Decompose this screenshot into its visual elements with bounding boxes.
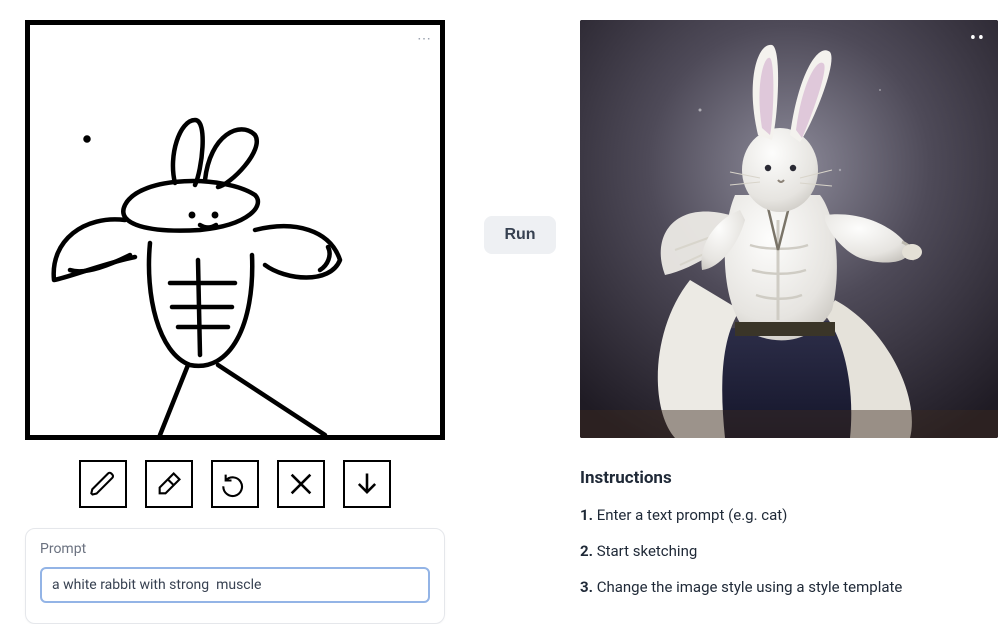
output-menu-icon[interactable]: •• bbox=[970, 28, 986, 49]
output-image: •• bbox=[580, 20, 998, 438]
instructions-panel: Instructions 1. Enter a text prompt (e.g… bbox=[580, 468, 998, 614]
close-icon bbox=[287, 470, 315, 498]
instruction-item: 1. Enter a text prompt (e.g. cat) bbox=[580, 506, 998, 524]
prompt-input[interactable] bbox=[40, 567, 430, 603]
pencil-icon bbox=[89, 470, 117, 498]
eraser-tool[interactable] bbox=[145, 460, 193, 508]
prompt-card: Prompt bbox=[25, 528, 445, 624]
instructions-heading: Instructions bbox=[580, 468, 998, 488]
download-arrow-icon bbox=[353, 470, 381, 498]
clear-tool[interactable] bbox=[277, 460, 325, 508]
instruction-item: 2. Start sketching bbox=[580, 542, 998, 560]
undo-tool[interactable] bbox=[211, 460, 259, 508]
sketch-canvas[interactable]: ⋯ bbox=[25, 20, 445, 440]
eraser-icon bbox=[155, 470, 183, 498]
download-tool[interactable] bbox=[343, 460, 391, 508]
tool-row bbox=[79, 460, 391, 508]
instruction-item: 3. Change the image style using a style … bbox=[580, 578, 998, 596]
undo-icon bbox=[221, 470, 249, 498]
run-button[interactable]: Run bbox=[484, 216, 555, 254]
pencil-tool[interactable] bbox=[79, 460, 127, 508]
prompt-label: Prompt bbox=[40, 541, 430, 557]
